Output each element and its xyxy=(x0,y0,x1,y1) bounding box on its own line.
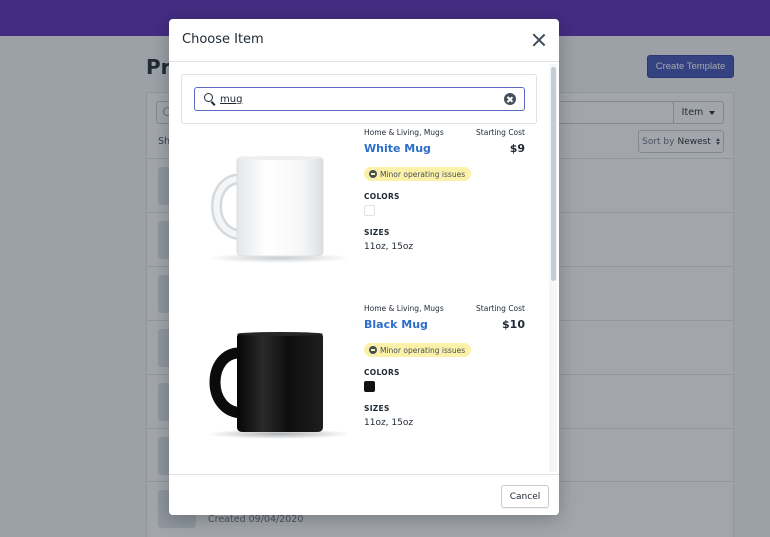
colors-label: COLORS xyxy=(364,192,400,201)
scrollbar-thumb[interactable] xyxy=(550,67,556,281)
search-input[interactable] xyxy=(220,91,490,107)
product-white-mug[interactable]: Home & Living, Mugs Starting Cost White … xyxy=(169,128,549,298)
search-field[interactable] xyxy=(194,87,525,111)
sizes-label: SIZES xyxy=(364,404,390,413)
color-swatch-white[interactable] xyxy=(364,205,375,216)
product-black-mug[interactable]: Home & Living, Mugs Starting Cost Black … xyxy=(169,304,549,474)
product-name-link[interactable]: White Mug xyxy=(364,142,431,155)
modal-header: Choose Item xyxy=(169,19,559,62)
search-icon xyxy=(204,93,213,102)
black-mug-image xyxy=(207,332,347,439)
search-container xyxy=(181,74,537,124)
product-category: Home & Living, Mugs xyxy=(364,128,444,137)
minus-circle-icon xyxy=(369,346,377,354)
modal-footer: Cancel xyxy=(169,474,559,515)
modal-body: Home & Living, Mugs Starting Cost White … xyxy=(169,62,559,474)
color-swatch-black[interactable] xyxy=(364,381,375,392)
status-text: Minor operating issues xyxy=(380,169,466,179)
product-price: $9 xyxy=(509,142,525,155)
colors-label: COLORS xyxy=(364,368,400,377)
sizes-label: SIZES xyxy=(364,228,390,237)
close-icon[interactable] xyxy=(531,32,547,48)
white-mug-image xyxy=(207,156,347,263)
minus-circle-icon xyxy=(369,170,377,178)
modal-scrollbar[interactable] xyxy=(549,64,557,472)
product-name-link[interactable]: Black Mug xyxy=(364,318,428,331)
status-badge: Minor operating issues xyxy=(364,167,472,181)
product-price: $10 xyxy=(502,318,525,331)
product-category: Home & Living, Mugs xyxy=(364,304,444,313)
sizes-value: 11oz, 15oz xyxy=(364,418,414,428)
status-badge: Minor operating issues xyxy=(364,343,472,357)
modal-title: Choose Item xyxy=(182,32,264,47)
clear-search-icon[interactable] xyxy=(504,93,516,105)
starting-cost-label: Starting Cost xyxy=(476,304,525,313)
choose-item-modal: Choose Item mug Home & Living, Mugs Star… xyxy=(169,19,559,515)
starting-cost-label: Starting Cost xyxy=(476,128,525,137)
status-text: Minor operating issues xyxy=(380,345,466,355)
sizes-value: 11oz, 15oz xyxy=(364,242,414,252)
cancel-button[interactable]: Cancel xyxy=(501,485,549,508)
